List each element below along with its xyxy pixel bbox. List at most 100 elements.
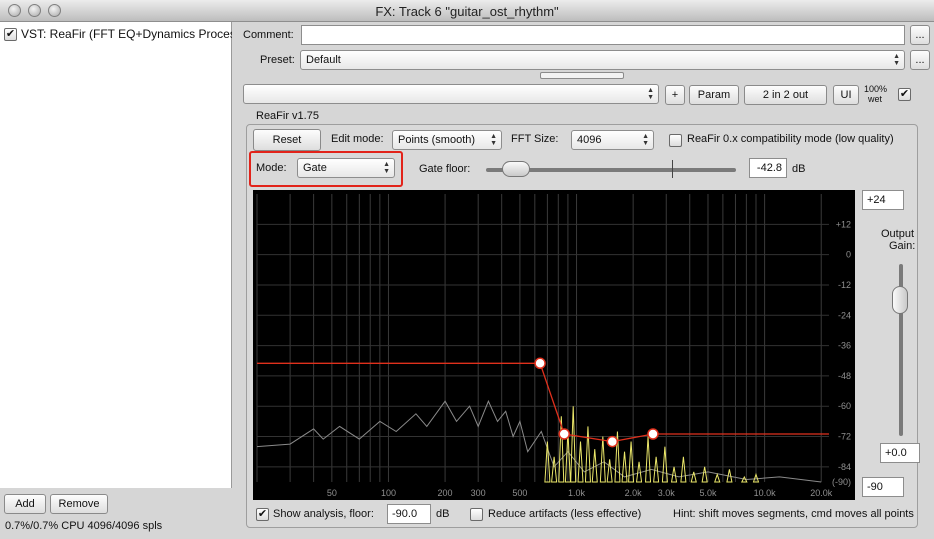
spectrum-peak <box>591 449 598 483</box>
y-tick-label: 0 <box>846 250 851 260</box>
up-down-arrows-icon: ▲ ▼ <box>490 133 497 147</box>
spectrum-peak <box>606 459 613 483</box>
spectrum-peak <box>645 436 652 483</box>
curve-point-handle[interactable] <box>647 428 659 440</box>
remove-fx-button[interactable]: Remove <box>50 494 108 514</box>
param-button[interactable]: Param <box>689 85 739 105</box>
x-tick-label: 1.0k <box>568 488 586 498</box>
y-tick-label: -24 <box>838 310 851 320</box>
range-top-value[interactable]: +24 <box>862 190 904 210</box>
y-tick-label: (-90) <box>832 477 851 487</box>
edit-mode-label: Edit mode: <box>331 133 384 145</box>
output-gain-thumb[interactable] <box>892 286 908 315</box>
reduce-artifacts-checkbox[interactable] <box>470 508 483 521</box>
reset-button[interactable]: Reset <box>253 129 321 151</box>
show-analysis-checkbox[interactable]: ✔ <box>256 508 269 521</box>
preset-select[interactable]: Default ▲ ▼ <box>300 50 905 70</box>
analysis-floor-unit: dB <box>436 508 450 520</box>
spectrum-peak <box>570 406 577 483</box>
spectrum-peak <box>584 426 591 483</box>
fft-size-label: FFT Size: <box>511 133 559 145</box>
checkmark-icon: ✔ <box>257 508 268 520</box>
spectrum-peak <box>577 441 584 483</box>
ui-button[interactable]: UI <box>833 85 859 105</box>
reduce-artifacts-label: Reduce artifacts (less effective) <box>488 508 642 520</box>
spectrum-peak <box>599 436 606 483</box>
comment-more-button[interactable]: ... <box>910 25 930 45</box>
spectrum-peak <box>670 466 678 483</box>
plot-svg[interactable]: +12 0 -12 -24 -36 -48 -60 -72 -84 (-90) 50 100 200 30… <box>253 190 855 500</box>
y-tick-label: -60 <box>838 401 851 411</box>
frequency-response-graph[interactable]: +12 0 -12 -24 -36 -48 -60 -72 -84 (-90) 50 100 200 30… <box>253 190 855 500</box>
x-tick-label: 100 <box>381 488 396 498</box>
y-tick-label: -72 <box>838 432 851 442</box>
title-bar: FX: Track 6 "guitar_ost_rhythm" <box>0 0 934 22</box>
fft-size-value: 4096 <box>577 134 602 146</box>
y-tick-label: -84 <box>838 462 851 472</box>
add-plugin-button[interactable]: + <box>665 85 685 105</box>
analysis-trace <box>256 399 822 483</box>
up-down-arrows-icon: ▲ ▼ <box>642 133 649 147</box>
x-tick-label: 2.0k <box>625 488 643 498</box>
spectrum-peak <box>680 456 687 483</box>
y-tick-label: -48 <box>838 371 851 381</box>
plugin-selector[interactable]: ▲ ▼ <box>243 84 659 104</box>
output-gain-label-line2: Gain: <box>889 240 916 252</box>
gate-floor-value[interactable]: -42.8 <box>749 158 787 178</box>
compat-mode-checkbox[interactable] <box>669 134 682 147</box>
hint-text: Hint: shift moves segments, cmd moves al… <box>673 508 914 520</box>
spectrum-peak <box>690 471 697 483</box>
gate-floor-label: Gate floor: <box>419 163 471 175</box>
gate-floor-unit: dB <box>792 163 806 175</box>
checkmark-icon: ✔ <box>5 27 16 40</box>
spectrum-peak <box>653 456 660 483</box>
x-tick-label: 10.0k <box>754 488 777 498</box>
gate-floor-thumb[interactable] <box>502 161 530 177</box>
fx-list-item[interactable]: ✔ VST: ReaFir (FFT EQ+Dynamics Processor… <box>4 26 232 42</box>
spectrum-peak <box>714 472 721 483</box>
y-tick-label: +12 <box>836 219 851 229</box>
curve-point-handle[interactable] <box>534 357 546 370</box>
up-down-arrows-icon: ▲ ▼ <box>647 87 654 101</box>
fx-item-label: VST: ReaFir (FFT EQ+Dynamics Processor) <box>21 27 232 41</box>
wet-enable-checkbox[interactable]: ✔ <box>898 88 911 101</box>
gate-floor-center-mark <box>672 160 673 178</box>
x-tick-label: 3.0k <box>658 488 676 498</box>
up-down-arrows-icon: ▲ ▼ <box>893 53 900 67</box>
preset-label: Preset: <box>260 54 295 66</box>
plugin-version-label: ReaFir v1.75 <box>256 110 319 122</box>
fft-size-select[interactable]: 4096 ▲ ▼ <box>571 130 654 150</box>
analysis-floor-input[interactable]: -90.0 <box>387 504 431 524</box>
preset-value: Default <box>306 54 341 66</box>
add-fx-button[interactable]: Add <box>4 494 46 514</box>
fx-chain-list[interactable]: ✔ VST: ReaFir (FFT EQ+Dynamics Processor… <box>0 22 232 488</box>
output-gain-label-line1: Output <box>881 228 915 240</box>
io-routing-button[interactable]: 2 in 2 out <box>744 85 827 105</box>
mode-highlight-box <box>249 151 403 187</box>
x-tick-label: 200 <box>438 488 453 498</box>
wet-label: wet <box>868 94 883 104</box>
spectrum-peak <box>635 461 643 483</box>
range-bottom-value[interactable]: -90 <box>862 477 904 497</box>
cpu-status: 0.7%/0.7% CPU 4096/4096 spls <box>5 520 163 532</box>
comment-input[interactable] <box>301 25 905 45</box>
curve-point-handle[interactable] <box>558 428 570 440</box>
fx-enabled-checkbox[interactable]: ✔ <box>4 27 17 41</box>
wet-percent-label: 100% <box>864 84 888 94</box>
window-title: FX: Track 6 "guitar_ost_rhythm" <box>375 4 559 19</box>
x-tick-label: 5.0k <box>699 488 717 498</box>
spectrum-peak <box>701 466 708 483</box>
curve-point-handle[interactable] <box>606 435 619 448</box>
x-tick-label: 50 <box>327 488 337 498</box>
pane-splitter-handle[interactable] <box>540 72 624 79</box>
edit-mode-value: Points (smooth) <box>398 134 476 146</box>
x-tick-label: 300 <box>471 488 486 498</box>
y-tick-label: -12 <box>838 280 851 290</box>
spectrum-peak <box>551 456 558 483</box>
comment-label: Comment: <box>243 29 294 41</box>
gate-curve <box>257 362 829 443</box>
y-tick-label: -36 <box>838 341 851 351</box>
preset-more-button[interactable]: ... <box>910 50 930 70</box>
edit-mode-select[interactable]: Points (smooth) ▲ ▼ <box>392 130 502 150</box>
output-gain-value[interactable]: +0.0 <box>880 443 920 463</box>
